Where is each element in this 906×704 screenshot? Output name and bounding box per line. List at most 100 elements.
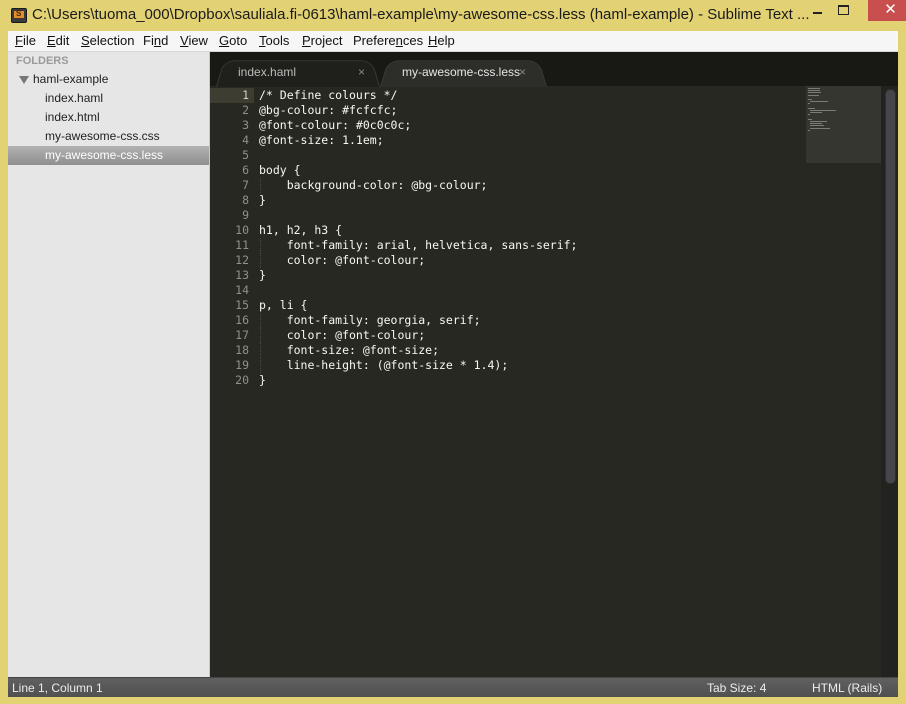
maximize-button[interactable] — [831, 0, 857, 21]
indent-guide — [260, 343, 261, 358]
indent-guide — [260, 358, 261, 373]
minimap-line — [808, 90, 820, 92]
line-number: 4 — [242, 133, 249, 147]
code-line[interactable]: @font-size: 1.1em; — [259, 133, 384, 148]
line-number: 19 — [235, 358, 249, 372]
file-index-haml[interactable]: index.haml — [8, 89, 209, 108]
minimap-line — [808, 99, 812, 100]
file-label: my-awesome-css.css — [45, 129, 160, 143]
menu-edit[interactable]: Edit — [47, 33, 69, 48]
line-number: 15 — [235, 298, 249, 312]
minimap-line — [808, 129, 810, 131]
code-line[interactable]: color: @font-colour; — [259, 253, 425, 268]
indent-guide — [260, 178, 261, 193]
file-index-html[interactable]: index.html — [8, 108, 209, 127]
line-number: 9 — [242, 208, 249, 222]
line-number: 20 — [235, 373, 249, 387]
line-number: 12 — [235, 253, 249, 267]
sublime-app-icon: S — [11, 8, 27, 23]
tab-index-haml[interactable]: index.haml × — [216, 57, 380, 87]
minimap-line — [810, 125, 824, 127]
menu-file[interactable]: File — [15, 33, 36, 48]
tab-close-icon[interactable]: × — [519, 65, 526, 79]
menu-help[interactable]: Help — [428, 33, 455, 48]
close-icon: ✕ — [884, 1, 897, 18]
line-number: 11 — [235, 238, 249, 252]
code-line[interactable]: @bg-colour: #fcfcfc; — [259, 103, 397, 118]
code-line[interactable]: font-size: @font-size; — [259, 343, 439, 358]
line-number: 2 — [242, 103, 249, 117]
code-line[interactable]: font-family: georgia, serif; — [259, 313, 481, 328]
line-number-gutter: 1 2 3 4 5 6 7 8 9 10 11 12 13 14 15 16 17 18 19 20 — [210, 86, 254, 677]
indent-guide — [260, 328, 261, 343]
minimap-line — [810, 112, 823, 114]
menu-bar: File Edit Selection Find View Goto Tools Projec… — [8, 31, 898, 52]
line-number: 17 — [235, 328, 249, 342]
file-label: my-awesome-css.less — [45, 148, 164, 162]
line-number: 16 — [235, 313, 249, 327]
minimap-line — [808, 107, 816, 109]
tab-label: index.haml — [238, 65, 297, 79]
code-line[interactable]: h1, h2, h3 { — [259, 223, 342, 238]
minimap[interactable] — [806, 86, 881, 163]
tab-bar: index.haml × my-awesome-css.less × — [210, 52, 898, 87]
code-line[interactable]: p, li { — [259, 298, 307, 313]
code-line[interactable]: } — [259, 373, 266, 388]
line-number: 1 — [242, 88, 249, 102]
minimap-line — [808, 103, 810, 105]
code-line[interactable]: @font-colour: #0c0c0c; — [259, 118, 411, 133]
menu-project[interactable]: Project — [302, 33, 342, 48]
indent-guide — [260, 238, 261, 253]
line-number: 8 — [242, 193, 249, 207]
code-line[interactable]: body { — [259, 163, 301, 178]
menu-tools[interactable]: Tools — [259, 33, 289, 48]
disclosure-triangle-icon[interactable] — [19, 76, 29, 84]
line-number: 7 — [242, 178, 249, 192]
vertical-scrollbar[interactable] — [881, 86, 898, 677]
minimize-button[interactable] — [805, 0, 831, 21]
title-bar: S C:\Users\tuoma_000\Dropbox\sauliala.fi… — [0, 0, 906, 31]
status-bar: Line 1, Column 1 Tab Size: 4 HTML (Rails… — [8, 677, 898, 697]
syntax-selector[interactable]: HTML (Rails) — [812, 681, 882, 695]
minimap-line — [810, 101, 828, 103]
line-number: 10 — [235, 223, 249, 237]
minimap-line — [810, 123, 823, 125]
editor-area: index.haml × my-awesome-css.less × 12345… — [210, 52, 898, 677]
file-label: index.haml — [45, 91, 104, 105]
close-window-button[interactable]: ✕ — [868, 0, 906, 21]
file-my-awesome-css-css[interactable]: my-awesome-css.css — [8, 127, 209, 146]
scrollbar-thumb[interactable] — [885, 89, 896, 484]
file-label: index.html — [45, 110, 100, 124]
menu-goto[interactable]: Goto — [219, 33, 247, 48]
menu-preferences[interactable]: Preferences — [353, 33, 423, 48]
tab-size-selector[interactable]: Tab Size: 4 — [707, 681, 766, 695]
minimap-line — [808, 92, 822, 94]
code-line[interactable]: /* Define colours */ — [259, 88, 397, 103]
minimap-line — [810, 121, 828, 122]
line-number: 18 — [235, 343, 249, 357]
minimap-line — [810, 127, 830, 129]
line-number: 14 — [235, 283, 249, 297]
folders-header: FOLDERS — [16, 55, 69, 67]
folder-label: haml-example — [33, 72, 109, 86]
menu-selection[interactable]: Selection — [81, 33, 134, 48]
cursor-position: Line 1, Column 1 — [12, 681, 103, 695]
tab-close-icon[interactable]: × — [358, 65, 365, 79]
minimap-line — [808, 118, 813, 120]
code-line[interactable]: background-color: @bg-colour; — [259, 178, 488, 193]
code-line[interactable]: font-family: arial, helvetica, sans-seri… — [259, 238, 578, 253]
code-line[interactable]: line-height: (@font-size * 1.4); — [259, 358, 509, 373]
file-my-awesome-css-less[interactable]: my-awesome-css.less — [8, 146, 209, 165]
tab-my-awesome-css-less[interactable]: my-awesome-css.less × — [380, 57, 547, 87]
minimap-line — [810, 110, 836, 111]
code-line[interactable]: color: @font-colour; — [259, 328, 425, 343]
folder-haml-example[interactable]: haml-example — [8, 70, 209, 89]
indent-guide — [260, 253, 261, 268]
code-line[interactable]: } — [259, 193, 266, 208]
code-line[interactable]: } — [259, 268, 266, 283]
menu-view[interactable]: View — [180, 33, 208, 48]
menu-find[interactable]: Find — [143, 33, 168, 48]
minimap-line — [808, 114, 810, 116]
indent-guide — [260, 313, 261, 328]
minimap-line — [808, 88, 820, 89]
